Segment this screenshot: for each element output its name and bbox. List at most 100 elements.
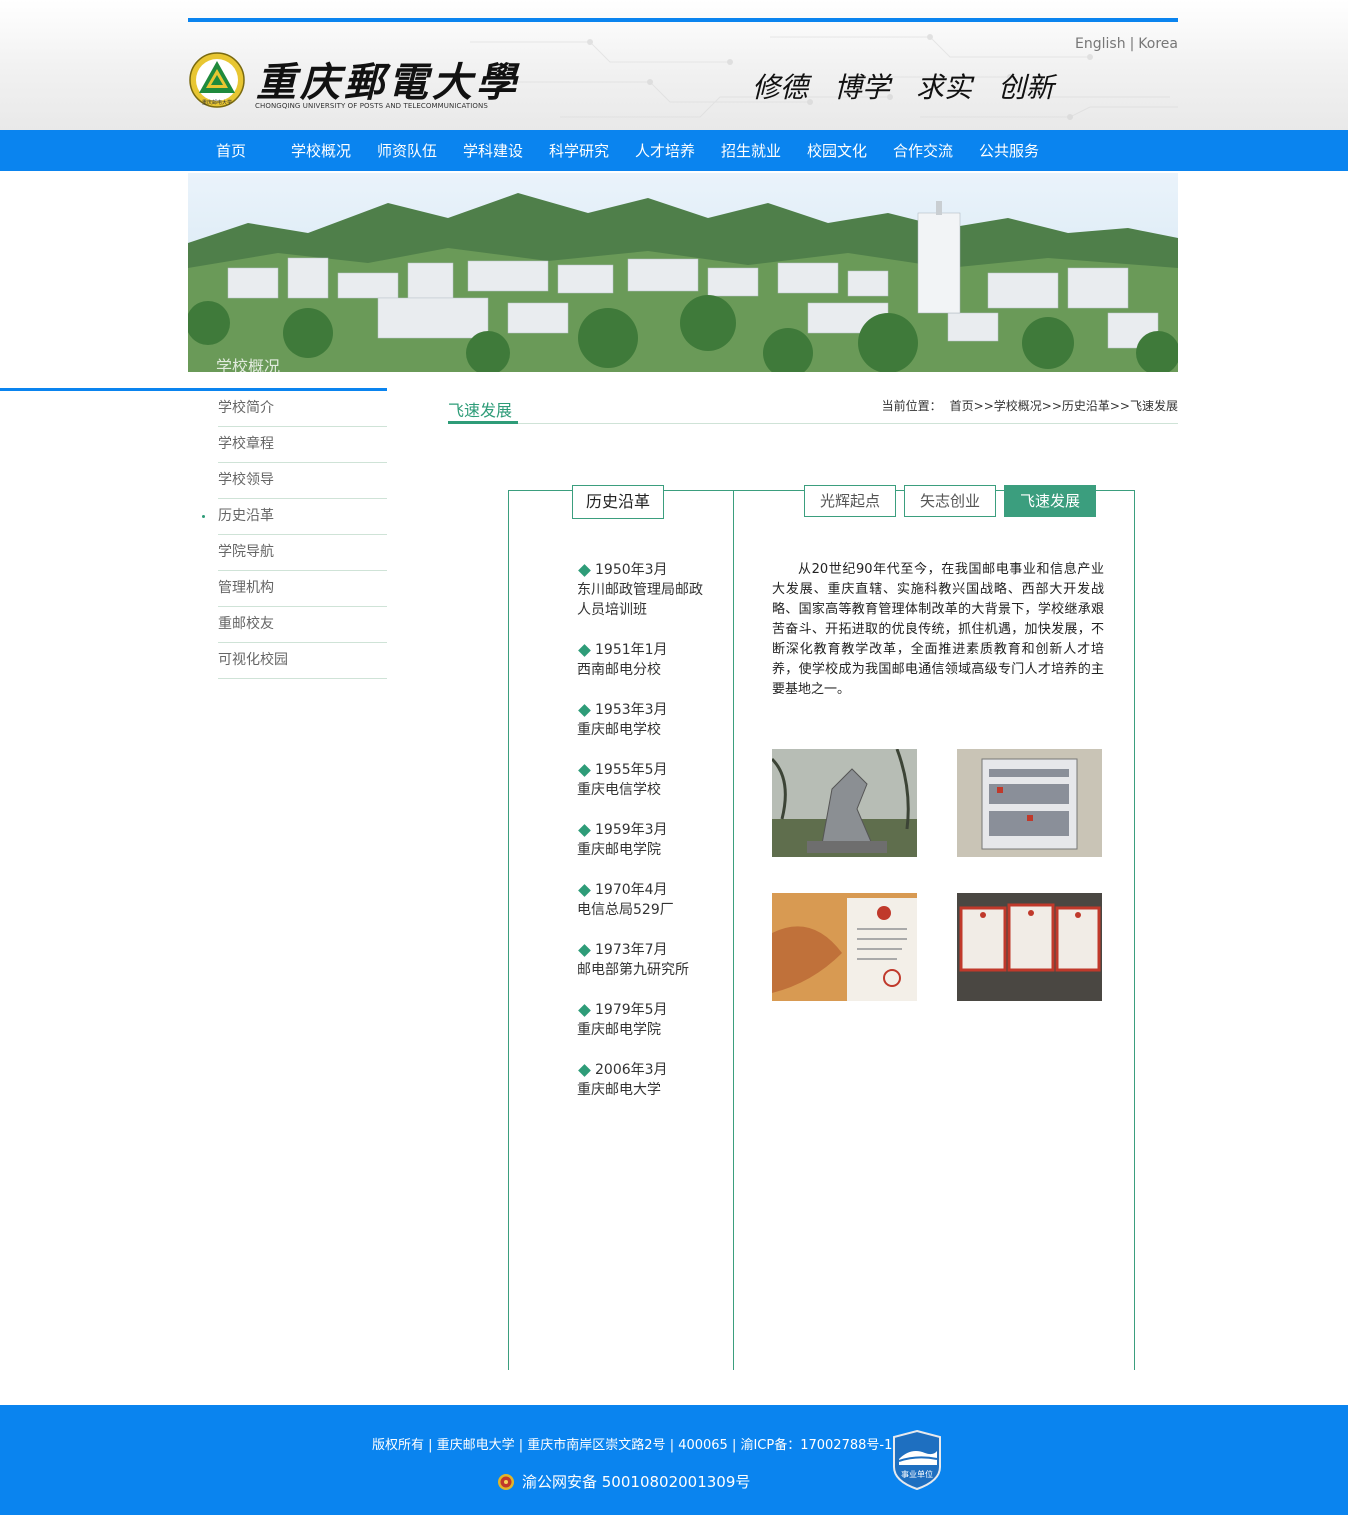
timeline-name: 邮电部第九研究所 [577, 962, 689, 978]
nav-item-disciplines[interactable]: 学科建设 [450, 140, 536, 161]
motto-item: 创新 [998, 71, 1055, 104]
nav-item-cooperation[interactable]: 合作交流 [880, 140, 966, 161]
nav-item-faculty[interactable]: 师资队伍 [364, 140, 450, 161]
sidebar-item-leaders[interactable]: 学校领导 [218, 463, 387, 499]
police-emblem-icon [498, 1473, 514, 1490]
sidebar-item-visual-campus[interactable]: 可视化校园 [218, 643, 387, 679]
timeline-item: 1955年5月 重庆电信学校 [577, 760, 707, 800]
photo-awards[interactable] [957, 893, 1102, 1001]
sidebar-item-label: 学校章程 [218, 436, 274, 452]
svg-text:重庆邮电大学: 重庆邮电大学 [202, 99, 232, 106]
timeline-item: 1951年1月 西南邮电分校 [577, 640, 707, 680]
sidebar-item-charter[interactable]: 学校章程 [218, 427, 387, 463]
breadcrumb: 当前位置： 首页>>学校概况>>历史沿革>>飞速发展 [882, 397, 1178, 414]
timeline-item: 1973年7月 邮电部第九研究所 [577, 940, 707, 980]
photo-equipment[interactable] [957, 749, 1102, 857]
main-nav: 首页 学校概况 师资队伍 学科建设 科学研究 人才培养 招生就业 校园文化 合作… [0, 130, 1348, 171]
nav-item-research[interactable]: 科学研究 [536, 140, 622, 161]
tab-rapid-development[interactable]: 飞速发展 [1004, 485, 1096, 517]
footer: 版权所有 | 重庆邮电大学 | 重庆市南岸区崇文路2号 | 400065 | 渝… [0, 1405, 1348, 1515]
diamond-bullet-icon [578, 1063, 591, 1077]
sidebar-item-label: 管理机构 [218, 580, 274, 596]
lang-separator: | [1129, 36, 1135, 52]
breadcrumb-path[interactable]: 首页>>学校概况>>历史沿革>>飞速发展 [950, 399, 1178, 413]
timeline-item: 2006年3月 重庆邮电大学 [577, 1060, 707, 1100]
university-name-en: CHONGQING UNIVERSITY OF POSTS AND TELECO… [255, 102, 488, 110]
sidebar-item-label: 历史沿革 [218, 508, 274, 524]
sidebar-item-history[interactable]: 历史沿革 [202, 499, 387, 535]
language-switch: English | Korea [1075, 36, 1178, 52]
tab-brilliant-start[interactable]: 光辉起点 [804, 485, 896, 517]
diamond-bullet-icon [578, 943, 591, 957]
timeline-date: 1973年7月 [595, 942, 668, 958]
era-tabs: 光辉起点 矢志创业 飞速发展 [804, 485, 1096, 517]
school-motto: 修德 博学 求实 创新 [752, 66, 1054, 106]
nav-item-admissions[interactable]: 招生就业 [708, 140, 794, 161]
campus-panorama-image [188, 173, 1178, 372]
campus-banner: 学校概况 [188, 173, 1178, 372]
timeline-item: 1979年5月 重庆邮电学院 [577, 1000, 707, 1040]
sidebar-item-alumni[interactable]: 重邮校友 [218, 607, 387, 643]
sidebar-item-label: 可视化校园 [218, 652, 288, 668]
police-record-text: 渝公网安备 50010802001309号 [522, 1473, 751, 1491]
police-record[interactable]: 渝公网安备 50010802001309号 [497, 1471, 750, 1492]
timeline-date: 1953年3月 [595, 702, 668, 718]
nav-item-culture[interactable]: 校园文化 [794, 140, 880, 161]
university-name-cn[interactable]: 重庆郵電大學 [256, 50, 520, 108]
title-divider [448, 423, 1178, 424]
photo-certificate[interactable] [772, 893, 917, 1001]
lang-english-link[interactable]: English [1075, 36, 1126, 52]
sidebar-item-label: 学院导航 [218, 544, 274, 560]
nav-item-home[interactable]: 首页 [206, 140, 256, 161]
timeline-name: 西南邮电分校 [577, 662, 661, 678]
history-timeline: 1950年3月 东川邮政管理局邮政人员培训班 1951年1月 西南邮电分校 19… [577, 560, 707, 1120]
copyright-text: 版权所有 | 重庆邮电大学 | 重庆市南岸区崇文路2号 | 400065 | 渝… [372, 1438, 893, 1453]
diamond-bullet-icon [578, 883, 591, 897]
nav-item-overview[interactable]: 学校概况 [278, 140, 364, 161]
photo-sculpture[interactable] [772, 749, 917, 857]
sidebar-item-administration[interactable]: 管理机构 [218, 571, 387, 607]
history-paragraph: 从20世纪90年代至今，在我国邮电事业和信息产业大发展、重庆直辖、实施科教兴国战… [772, 562, 1104, 697]
timeline-date: 1950年3月 [595, 562, 668, 578]
diamond-bullet-icon [578, 763, 591, 777]
badge-label: 事业单位 [901, 1469, 933, 1479]
timeline-date: 1951年1月 [595, 642, 668, 658]
title-underline [448, 421, 518, 424]
timeline-date: 1970年4月 [595, 882, 668, 898]
timeline-name: 重庆邮电大学 [577, 1082, 661, 1098]
breadcrumb-label: 当前位置： [881, 399, 942, 413]
timeline-item: 1959年3月 重庆邮电学院 [577, 820, 707, 860]
university-logo-icon[interactable]: 重庆邮电大学 [188, 52, 246, 108]
lang-korea-link[interactable]: Korea [1138, 36, 1178, 52]
timeline-date: 1955年5月 [595, 762, 668, 778]
diamond-bullet-icon [578, 703, 591, 717]
timeline-item: 1970年4月 电信总局529厂 [577, 880, 707, 920]
diamond-bullet-icon [578, 563, 591, 577]
tab-pioneering[interactable]: 矢志创业 [904, 485, 996, 517]
diamond-bullet-icon [578, 643, 591, 657]
banner-section-label: 学校概况 [216, 357, 281, 372]
timeline-name: 重庆邮电学院 [577, 842, 661, 858]
timeline-name: 重庆邮电学院 [577, 1022, 661, 1038]
sidebar-item-label: 学校领导 [218, 472, 274, 488]
timeline-name: 东川邮政管理局邮政人员培训班 [577, 582, 703, 618]
public-institution-badge-icon[interactable]: 事业单位 [891, 1429, 943, 1491]
sidebar-item-label: 学校简介 [218, 400, 274, 416]
motto-item: 修德 [752, 71, 809, 104]
timeline-item: 1950年3月 东川邮政管理局邮政人员培训班 [577, 560, 707, 620]
page-title: 飞速发展 [448, 401, 513, 420]
motto-item: 博学 [834, 71, 891, 104]
motto-item: 求实 [916, 71, 973, 104]
diamond-bullet-icon [578, 823, 591, 837]
timeline-name: 重庆电信学校 [577, 782, 661, 798]
timeline-name: 电信总局529厂 [577, 902, 674, 918]
timeline-item: 1953年3月 重庆邮电学校 [577, 700, 707, 740]
timeline-date: 2006年3月 [595, 1062, 668, 1078]
sidebar-item-label: 重邮校友 [218, 616, 274, 632]
sidebar-item-colleges[interactable]: 学院导航 [218, 535, 387, 571]
history-tab-label: 历史沿革 [572, 485, 664, 519]
active-dot-icon [202, 515, 205, 518]
nav-item-education[interactable]: 人才培养 [622, 140, 708, 161]
nav-item-services[interactable]: 公共服务 [966, 140, 1052, 161]
sidebar-item-introduction[interactable]: 学校简介 [218, 391, 387, 427]
